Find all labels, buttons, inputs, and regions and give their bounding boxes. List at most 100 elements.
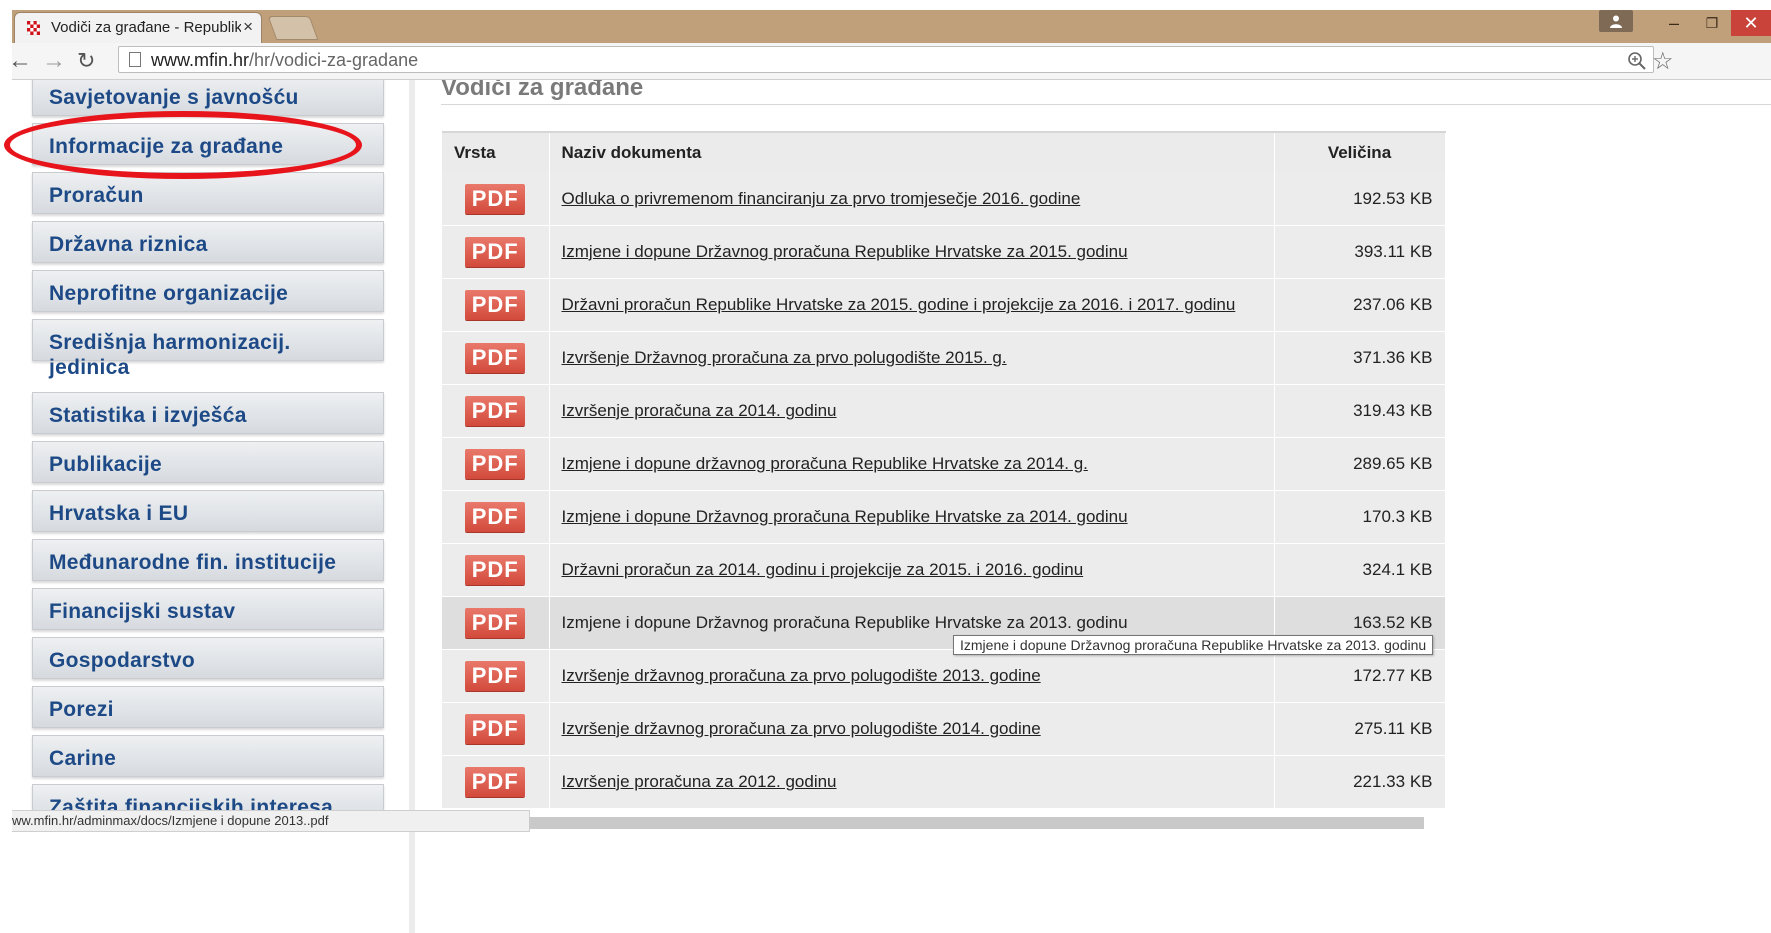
document-link[interactable]: Izvršenje državnog proračuna za prvo pol… [562,719,1041,738]
page-icon [129,52,141,67]
tab-close-icon[interactable]: × [243,17,253,37]
pdf-icon[interactable]: PDF [465,767,526,797]
horizontal-scrollbar[interactable] [529,817,1424,829]
table-row: PDF Izvršenje proračuna za 2012. godinu 22… [442,755,1446,809]
window-controls: – ❐ ✕ [1599,10,1771,36]
status-bar-url: ww.mfin.hr/adminmax/docs/Izmjene i dopun… [12,810,530,832]
sidebar-item-hrvatska-eu[interactable]: Hrvatska i EU [32,490,384,532]
sidebar-item-proracun[interactable]: Proračun [32,172,384,214]
sidebar-item-label: Statistika i izvješća [49,404,247,427]
sidebar-item-neprofitne[interactable]: Neprofitne organizacije [32,270,384,312]
new-tab-button[interactable] [267,16,319,40]
cell-type: PDF [442,173,550,226]
document-link[interactable]: Izvršenje proračuna za 2014. godinu [562,401,837,420]
restore-icon[interactable]: ❐ [1693,10,1731,36]
sidebar-item-financijski-sustav[interactable]: Financijski sustav [32,588,384,630]
cell-size: 170.3 KB [1274,490,1446,544]
sidebar-item-label: Državna riznica [49,233,208,256]
reload-icon[interactable]: ↻ [77,48,95,74]
page-background [0,0,12,933]
document-link[interactable]: Izmjene i dopune državnog proračuna Repu… [562,454,1088,473]
cell-size: 237.06 KB [1274,278,1446,332]
forward-icon[interactable]: → [42,47,66,75]
document-link[interactable]: Izvršenje državnog proračuna za prvo pol… [562,666,1041,685]
tab-title: Vodiči za građane - Republika Hrvatska [51,19,241,36]
sidebar-item-informacije[interactable]: Informacije za građane [32,123,384,165]
sidebar-item-publikacije[interactable]: Publikacije [32,441,384,483]
sidebar-item-label: Informacije za građane [49,135,284,158]
minimize-icon[interactable]: – [1655,10,1693,36]
sidebar-item-gospodarstvo[interactable]: Gospodarstvo [32,637,384,679]
cell-type: PDF [442,225,550,279]
cell-size: 275.11 KB [1274,702,1446,756]
document-link[interactable]: Izmjene i dopune Državnog proračuna Repu… [562,242,1128,261]
address-bar[interactable]: www.mfin.hr/hr/vodici-za-gradane ☆ [118,46,1674,75]
cell-type: PDF [442,384,550,438]
column-header-size: Veličina [1274,131,1446,173]
pdf-icon[interactable]: PDF [465,555,526,585]
pdf-icon[interactable]: PDF [465,714,526,744]
cell-size: 319.43 KB [1274,384,1446,438]
cell-name: Izvršenje državnog proračuna za prvo pol… [549,702,1275,756]
zoom-icon[interactable] [1627,51,1647,71]
table-row: PDF Izvršenje Državnog proračuna za prvo … [442,331,1446,385]
cell-type: PDF [442,490,550,544]
url-text[interactable]: www.mfin.hr/hr/vodici-za-gradane [151,50,418,71]
cell-name: Državni proračun Republike Hrvatske za 2… [549,278,1275,332]
pdf-icon[interactable]: PDF [465,608,526,638]
document-link[interactable]: Državni proračun za 2014. godinu i proje… [562,560,1084,579]
pdf-icon[interactable]: PDF [465,661,526,691]
pdf-icon[interactable]: PDF [465,449,526,479]
table-row: PDF Izvršenje državnog proračuna za prvo … [442,649,1446,703]
table-row: PDF Državni proračun Republike Hrvatske z… [442,278,1446,332]
sidebar-item-label: Publikacije [49,453,163,476]
cell-size: 221.33 KB [1274,755,1446,809]
sidebar-item-carine[interactable]: Carine [32,735,384,777]
sidebar-item-label: Carine [49,747,117,770]
user-icon[interactable] [1599,10,1633,32]
pdf-icon[interactable]: PDF [465,237,526,267]
pdf-icon[interactable]: PDF [465,396,526,426]
cell-size: 393.11 KB [1274,225,1446,279]
sidebar-item-label: Hrvatska i EU [49,502,189,525]
cell-name: Izvršenje Državnog proračuna za prvo pol… [549,331,1275,385]
sidebar-item-savjetovanje[interactable]: Savjetovanje s javnošću [32,80,384,116]
cell-name: Izvršenje proračuna za 2014. godinu [549,384,1275,438]
page-title: Vodiči za građane [441,80,644,101]
page-viewport: Savjetovanje s javnošću Informacije za g… [12,80,1771,933]
sidebar-item-drzavna-riznica[interactable]: Državna riznica [32,221,384,263]
sidebar-item-statistika[interactable]: Statistika i izvješća [32,392,384,434]
document-link[interactable]: Izmjene i dopune Državnog proračuna Repu… [562,613,1128,632]
table-row: PDF Izvršenje državnog proračuna za prvo … [442,702,1446,756]
cell-size: 324.1 KB [1274,543,1446,597]
document-link[interactable]: Izmjene i dopune Državnog proračuna Repu… [562,507,1128,526]
document-link[interactable]: Izvršenje Državnog proračuna za prvo pol… [562,348,1007,367]
pdf-icon[interactable]: PDF [465,290,526,320]
sidebar-item-porezi[interactable]: Porezi [32,686,384,728]
cell-size: 192.53 KB [1274,173,1446,226]
sidebar-item-harmonizacija[interactable]: Središnja harmonizacij. jedinica [32,319,384,379]
bookmark-star-icon[interactable]: ☆ [1652,47,1674,76]
document-link[interactable]: Odluka o privremenom financiranju za prv… [562,189,1081,208]
pdf-icon[interactable]: PDF [465,184,526,214]
browser-tab[interactable]: Vodiči za građane - Republika Hrvatska × [14,12,262,43]
cell-type: PDF [442,543,550,597]
back-icon[interactable]: ← [8,47,32,75]
cell-type: PDF [442,278,550,332]
sidebar-divider [409,80,415,933]
sidebar-item-label: Financijski sustav [49,600,236,623]
document-link[interactable]: Izvršenje proračuna za 2012. godinu [562,772,837,791]
cell-name: Državni proračun za 2014. godinu i proje… [549,543,1275,597]
pdf-icon[interactable]: PDF [465,502,526,532]
cell-name: Izmjene i dopune Državnog proračuna Repu… [549,225,1275,279]
cell-name: Odluka o privremenom financiranju za prv… [549,173,1275,226]
document-link[interactable]: Državni proračun Republike Hrvatske za 2… [562,295,1236,314]
table-row: PDF Izmjene i dopune državnog proračuna R… [442,437,1446,491]
close-icon[interactable]: ✕ [1731,10,1771,36]
cell-type: PDF [442,702,550,756]
sidebar-item-label: Središnja harmonizacij. jedinica [49,331,291,379]
pdf-icon[interactable]: PDF [465,343,526,373]
sidebar-item-medunarodne[interactable]: Međunarodne fin. institucije [32,539,384,581]
sidebar-item-label: Savjetovanje s javnošću [49,86,299,109]
column-header-name: Naziv dokumenta [549,131,1275,173]
